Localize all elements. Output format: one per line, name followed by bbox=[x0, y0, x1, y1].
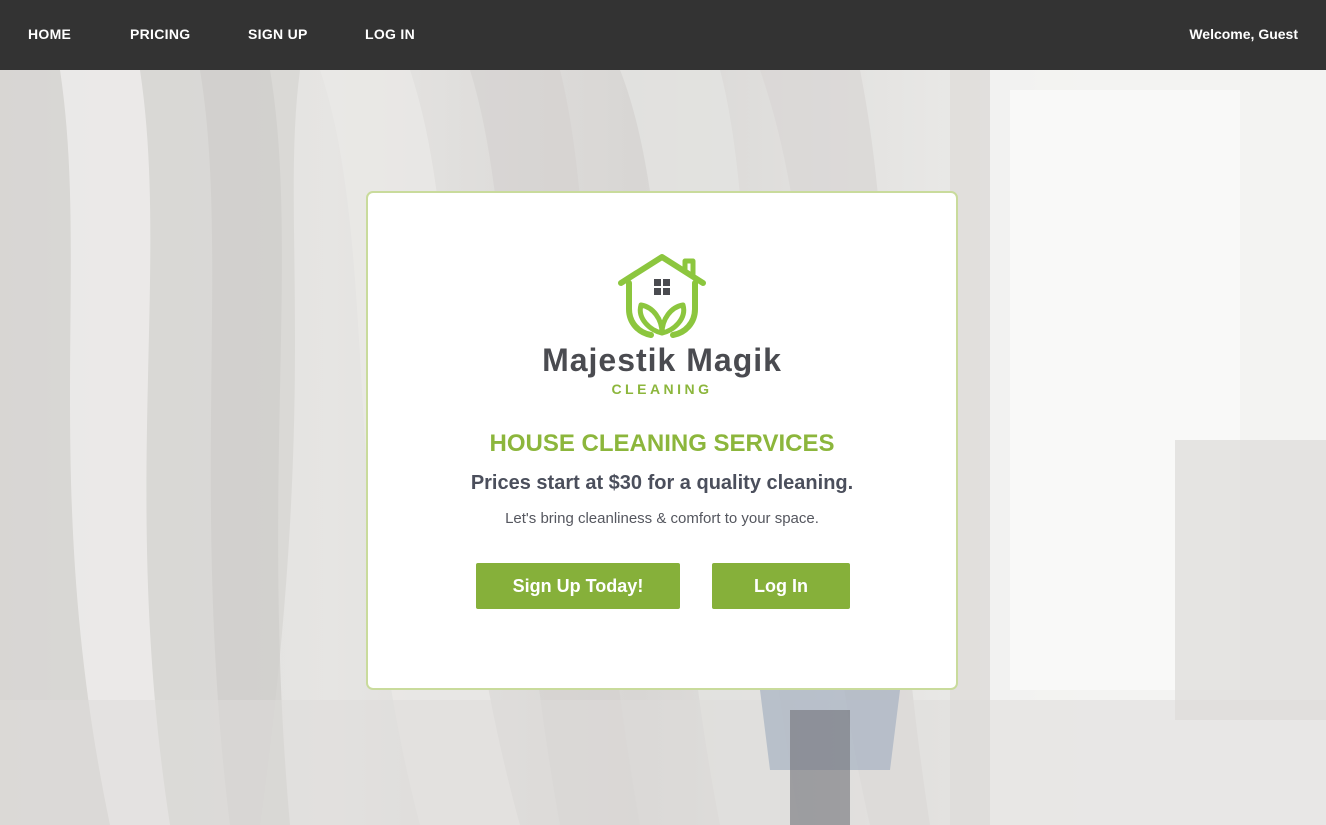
login-button[interactable]: Log In bbox=[712, 563, 850, 609]
welcome-message: Welcome, Guest bbox=[1189, 26, 1298, 42]
price-subheading: Prices start at $30 for a quality cleani… bbox=[470, 472, 854, 494]
nav-signup-link[interactable]: SIGN UP bbox=[248, 26, 308, 43]
house-with-leaves-icon bbox=[615, 253, 709, 344]
nav-login-link[interactable]: LOG IN bbox=[365, 26, 415, 43]
signup-today-button[interactable]: Sign Up Today! bbox=[476, 563, 680, 609]
hero-card: Majestik Magik CLEANING HOUSE CLEANING S… bbox=[366, 191, 958, 690]
tagline: Let's bring cleanliness & comfort to you… bbox=[505, 510, 819, 527]
brand-name: Majestik Magik bbox=[542, 342, 782, 378]
top-navbar: HOME PRICING SIGN UP LOG IN Welcome, Gue… bbox=[0, 0, 1326, 70]
nav-pricing-link[interactable]: PRICING bbox=[130, 26, 190, 43]
brand-subtitle: CLEANING bbox=[611, 381, 713, 397]
services-heading: HOUSE CLEANING SERVICES bbox=[489, 430, 835, 457]
brand-logo: Majestik Magik CLEANING bbox=[368, 253, 956, 398]
nav-home-link[interactable]: HOME bbox=[28, 26, 71, 43]
